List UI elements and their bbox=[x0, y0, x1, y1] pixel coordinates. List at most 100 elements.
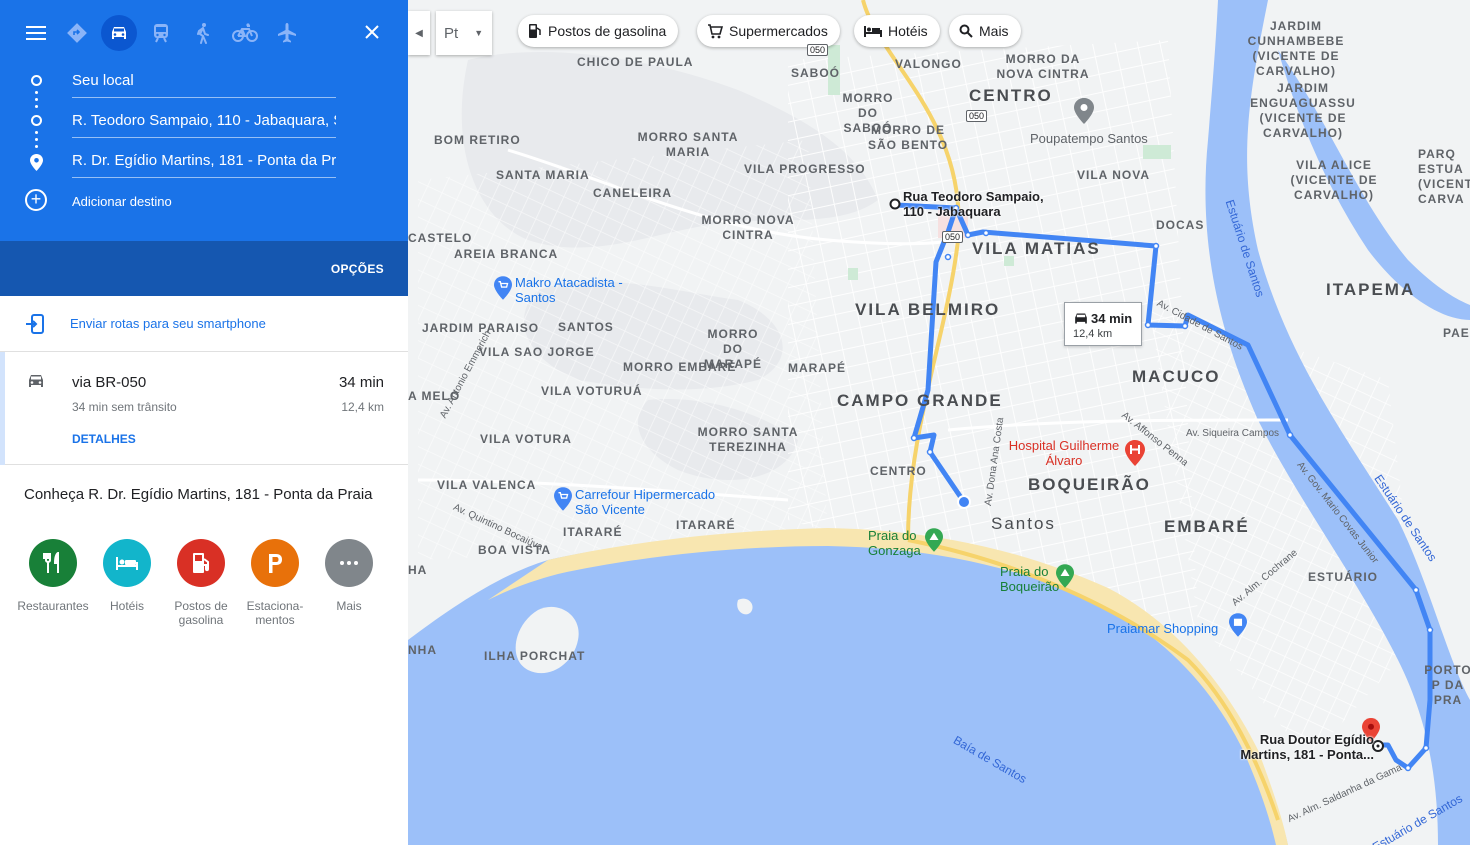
layer-selector[interactable]: Pt ▼ bbox=[436, 11, 492, 55]
restaurant-icon bbox=[29, 539, 77, 587]
area-label: CASTELO bbox=[408, 231, 473, 245]
area-label: VILA VOTURA bbox=[480, 432, 572, 446]
area-label: CHICO DE PAULA bbox=[577, 55, 694, 69]
area-label: ESTUÁRIO bbox=[1308, 570, 1379, 584]
destination-input[interactable]: R. Dr. Egídio Martins, 181 - Ponta da Pr… bbox=[72, 150, 336, 178]
shopping-marker-icon[interactable] bbox=[1229, 613, 1247, 637]
collapse-panel-button[interactable]: ◀ bbox=[408, 11, 430, 55]
category-parking[interactable]: Estaciona- mentos bbox=[238, 539, 312, 627]
send-to-phone-link[interactable]: Enviar rotas para seu smartphone bbox=[70, 316, 266, 331]
poi-poupatempo[interactable]: Poupatempo Santos bbox=[1030, 131, 1148, 146]
chip-more[interactable]: Mais bbox=[949, 15, 1021, 47]
hospital-marker-icon[interactable] bbox=[1125, 440, 1145, 466]
options-bar: OPÇÕES bbox=[0, 241, 408, 296]
chip-label: Mais bbox=[979, 23, 1009, 39]
road-shield: 050 bbox=[942, 231, 964, 243]
poi-praia-gonzaga[interactable]: Praia do Gonzaga bbox=[868, 528, 928, 558]
map-canvas[interactable]: ◀ Pt ▼ Postos de gasolina Supermercados … bbox=[408, 0, 1470, 845]
area-label: MORRO NOVA CINTRA bbox=[701, 213, 795, 242]
route-traffic-note: 34 min sem trânsito bbox=[72, 400, 177, 414]
area-label: MORRO DA NOVA CINTRA bbox=[996, 52, 1090, 81]
route-via: via BR-050 bbox=[72, 374, 147, 391]
origin-input[interactable]: Seu local bbox=[72, 70, 336, 98]
travel-mode-bar bbox=[16, 14, 308, 52]
explore-title: Conheça R. Dr. Egídio Martins, 181 - Pon… bbox=[24, 486, 373, 503]
category-restaurants[interactable]: Restaurantes bbox=[16, 539, 90, 627]
start-label[interactable]: Rua Teodoro Sampaio, 110 - Jabaquara bbox=[903, 189, 1063, 219]
area-label: VILA SAO JORGE bbox=[479, 345, 595, 359]
hotel-icon bbox=[864, 25, 882, 37]
add-destination-icon[interactable]: + bbox=[25, 189, 47, 211]
mode-best-route[interactable] bbox=[56, 14, 98, 52]
waypoint-input[interactable]: R. Teodoro Sampaio, 110 - Jabaquara, San… bbox=[72, 110, 336, 138]
area-label: ILHA PORCHAT bbox=[484, 649, 586, 663]
category-hotels[interactable]: Hotéis bbox=[90, 539, 164, 627]
mode-driving[interactable] bbox=[98, 14, 140, 52]
area-label: ITARARÉ bbox=[563, 525, 623, 539]
poi-marker-icon[interactable] bbox=[1074, 98, 1094, 124]
area-label: VILA ALICE (VICENTE DE CARVALHO) bbox=[1290, 158, 1378, 202]
close-icon[interactable] bbox=[358, 18, 386, 46]
area-label: HA bbox=[408, 563, 428, 577]
area-label: CANELEIRA bbox=[593, 186, 673, 200]
mode-cycling[interactable] bbox=[224, 14, 266, 52]
area-label: CAMPO GRANDE bbox=[837, 391, 1003, 410]
area-label: ITAPEMA bbox=[1326, 280, 1416, 299]
options-button[interactable]: OPÇÕES bbox=[331, 262, 384, 276]
mode-flight[interactable] bbox=[266, 14, 308, 52]
area-label: AREIA BRANCA bbox=[454, 247, 559, 261]
area-label: JARDIM ENGUAGUASSU (VICENTE DE CARVALHO) bbox=[1250, 81, 1356, 140]
area-label: MORRO EMBARÉ bbox=[623, 360, 737, 374]
cart-marker-icon[interactable] bbox=[554, 487, 572, 511]
poi-carrefour[interactable]: Carrefour Hipermercado São Vicente bbox=[575, 487, 735, 517]
end-label[interactable]: Rua Doutor Egídio Martins, 181 - Ponta..… bbox=[1226, 732, 1374, 762]
area-label: ITARARÉ bbox=[676, 518, 736, 532]
area-label: VILA VOTURUÁ bbox=[541, 384, 643, 398]
add-destination-button[interactable]: Adicionar destino bbox=[72, 194, 172, 209]
route-option[interactable]: via BR-050 34 min 34 min sem trânsito 12… bbox=[0, 352, 408, 465]
category-label: Hotéis bbox=[109, 599, 144, 613]
mode-transit[interactable] bbox=[140, 14, 182, 52]
area-label: MORRO SANTA TEREZINHA bbox=[697, 425, 799, 454]
nearby-categories: Restaurantes Hotéis Postos de gasolina E… bbox=[16, 539, 386, 627]
chip-hotels[interactable]: Hotéis bbox=[854, 15, 940, 47]
area-label: VILA VALENCA bbox=[437, 478, 537, 492]
airplane-icon bbox=[278, 23, 296, 43]
destination-pin-icon bbox=[30, 154, 43, 171]
poi-hospital[interactable]: Hospital Guilherme Álvaro bbox=[1008, 438, 1120, 468]
category-label: Estaciona- mentos bbox=[246, 599, 304, 627]
area-label: VILA BELMIRO bbox=[855, 300, 1001, 319]
category-label: Postos de gasolina bbox=[174, 599, 228, 627]
directions-diamond-icon bbox=[67, 23, 87, 43]
category-gas-stations[interactable]: Postos de gasolina bbox=[164, 539, 238, 627]
menu-icon[interactable] bbox=[16, 14, 56, 52]
poi-praiamar[interactable]: Praiamar Shopping bbox=[1107, 621, 1218, 636]
cart-marker-icon[interactable] bbox=[494, 276, 512, 300]
category-more[interactable]: Mais bbox=[312, 539, 386, 627]
chevron-down-icon: ▼ bbox=[474, 28, 484, 38]
route-info-box[interactable]: 34 min 12,4 km bbox=[1064, 302, 1142, 346]
category-label: Restaurantes bbox=[17, 599, 89, 613]
car-icon bbox=[112, 27, 126, 39]
poi-makro[interactable]: Makro Atacadista - Santos bbox=[515, 275, 645, 305]
send-to-phone-row[interactable]: Enviar rotas para seu smartphone bbox=[0, 296, 408, 352]
cart-icon bbox=[707, 23, 723, 39]
chip-label: Hotéis bbox=[888, 23, 928, 39]
area-label: DOCAS bbox=[1156, 218, 1205, 232]
search-icon bbox=[959, 24, 973, 38]
layer-label: Pt bbox=[444, 24, 459, 42]
area-label: NHA bbox=[408, 643, 437, 657]
area-label: BOM RETIRO bbox=[434, 133, 521, 147]
chip-gas-stations[interactable]: Postos de gasolina bbox=[518, 15, 679, 47]
chip-supermarkets[interactable]: Supermercados bbox=[697, 15, 840, 47]
chip-label: Supermercados bbox=[729, 23, 828, 39]
route-details-button[interactable]: DETALHES bbox=[72, 432, 136, 446]
waypoint-marker-icon bbox=[31, 115, 42, 126]
area-label: PORTO P DA PRA bbox=[1424, 663, 1470, 707]
walking-icon bbox=[197, 23, 209, 44]
route-box-distance: 12,4 km bbox=[1073, 328, 1113, 340]
mode-walking[interactable] bbox=[182, 14, 224, 52]
route-dots bbox=[35, 131, 38, 152]
poi-praia-boqueirao[interactable]: Praia do Boqueirão bbox=[1000, 564, 1060, 594]
bicycle-icon bbox=[232, 23, 258, 42]
